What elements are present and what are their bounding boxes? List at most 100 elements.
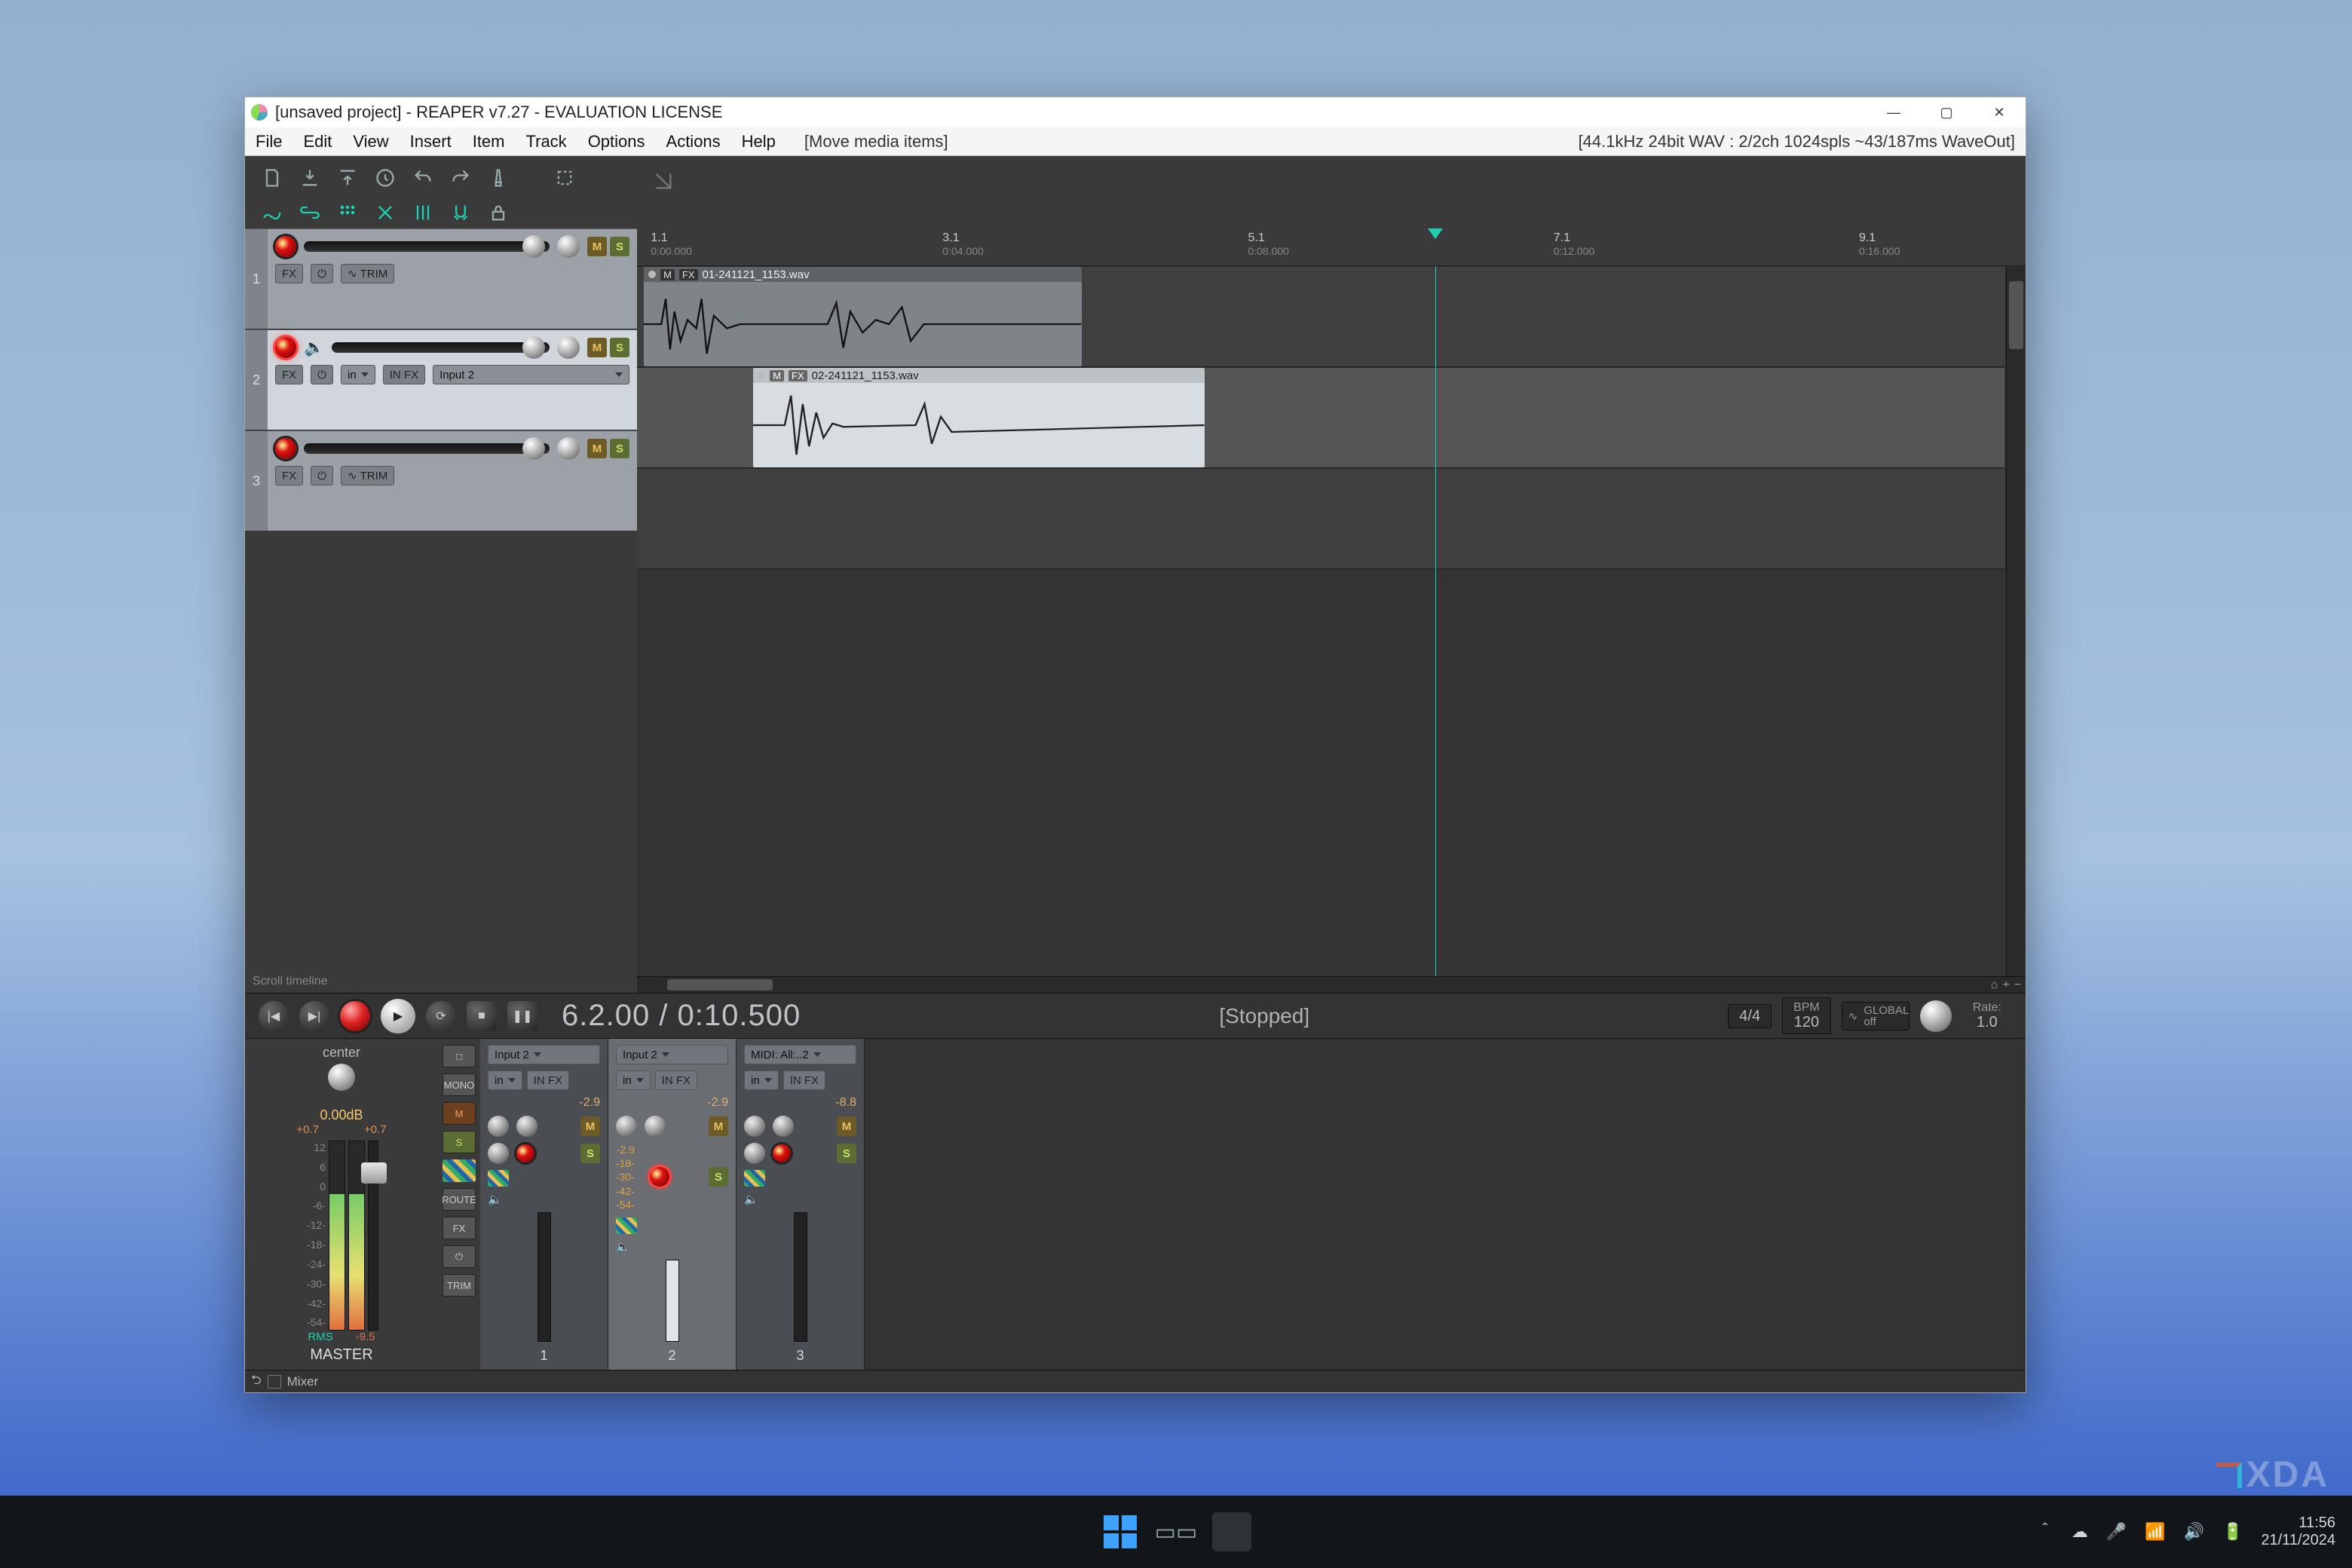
close-button[interactable]: ✕ [1973,97,2026,127]
menu-view[interactable]: View [342,127,399,155]
project-settings-icon[interactable] [370,164,400,192]
pause-button[interactable]: ❚❚ [507,1001,537,1031]
fx-button[interactable]: FX [275,264,303,283]
tray-chevron-icon[interactable]: ＾ [2037,1520,2053,1544]
playrate-display[interactable]: Rate:1.0 [1962,998,2012,1034]
routing-icon[interactable] [370,198,400,227]
dock-toggle-icon[interactable]: ⮌ [251,1370,262,1392]
taskbar-clock[interactable]: 11:56 21/11/2024 [2261,1514,2335,1549]
fx-bypass-button[interactable]: ⏻ [311,264,333,283]
menu-item[interactable]: Item [462,127,516,155]
strip-solo[interactable]: S [837,1144,856,1163]
master-fader[interactable]: 126 0-6- -12--18- -24--30- -42--54- [251,1141,432,1331]
master-env-button[interactable] [443,1159,476,1182]
arrange-lane[interactable]: M FX 01-241121_1153.wav [637,266,2004,367]
fx-button[interactable]: FX [275,365,303,384]
record-arm-button[interactable] [275,438,296,459]
master-fx-bypass-button[interactable]: ⏻ [443,1245,476,1268]
zoom-out-icon[interactable]: − [2014,978,2021,992]
menu-help[interactable]: Help [731,127,786,155]
volume-slider[interactable] [304,443,550,454]
pan-knob[interactable] [557,336,580,359]
marker-add-icon[interactable]: ⌂ [1991,978,1998,992]
master-fader-track[interactable] [368,1141,378,1331]
menu-actions[interactable]: Actions [656,127,731,155]
onedrive-icon[interactable]: ☁ [2072,1522,2088,1542]
titlebar[interactable]: [unsaved project] - REAPER v7.27 - EVALU… [245,97,2026,127]
strip-solo[interactable]: S [580,1144,600,1163]
volume-slider[interactable] [304,241,550,252]
go-to-end-button[interactable]: ▶| [299,1001,329,1031]
strip-mute[interactable]: M [837,1116,856,1136]
fx-bypass-button[interactable]: ⏻ [311,365,333,384]
menu-options[interactable]: Options [577,127,656,155]
record-input-dropdown[interactable]: Input 2 [433,365,629,384]
open-project-icon[interactable] [295,164,325,192]
arrange-lane[interactable] [637,468,2004,569]
strip-input-dropdown[interactable]: MIDI: All:..2 [744,1045,856,1064]
audio-device-status[interactable]: [44.1kHz 24bit WAV : 2/2ch 1024spls ~43/… [1579,132,2026,152]
item-crossfade-icon[interactable] [648,165,679,197]
undo-icon[interactable] [408,164,438,192]
menu-insert[interactable]: Insert [400,127,462,155]
speaker-icon[interactable]: 🔈 [616,1240,630,1254]
tcp-track[interactable]: 2 🔈 M S FX ⏻ in [245,329,637,430]
marquee-icon[interactable] [550,164,580,192]
record-button[interactable] [340,1001,370,1031]
mixer-strip[interactable]: MIDI: All:..2 in IN FX -8.8 M S 🔈 3 [737,1039,865,1370]
arrange-lane[interactable]: M FX 02-241121_1153.wav [637,367,2004,468]
strip-pan-knob[interactable] [488,1116,509,1137]
menu-track[interactable]: Track [516,127,577,155]
strip-infx-button[interactable]: IN FX [527,1070,569,1090]
stop-button[interactable]: ■ [467,1001,497,1031]
strip-width-knob[interactable] [516,1116,537,1137]
master-trim-button[interactable]: TRIM [443,1274,476,1297]
track-number[interactable]: 1 [245,229,268,329]
item-mute-badge[interactable]: M [770,370,784,381]
strip-infx-button[interactable]: IN FX [783,1070,825,1090]
timeline-ruler[interactable]: 1.10:00.000 3.10:04.000 5.10:08.000 7.10… [637,228,2026,266]
speaker-icon[interactable]: 🔈 [744,1193,758,1206]
strip-pan-knob[interactable] [744,1116,765,1137]
edit-cursor-marker-icon[interactable] [1435,228,1443,239]
task-view-button[interactable]: ▭▭ [1156,1512,1196,1551]
snap-icon[interactable] [446,198,476,227]
monitor-icon[interactable]: 🔈 [304,338,324,357]
mute-button[interactable]: M [587,338,607,357]
fx-bypass-button[interactable]: ⏻ [311,466,333,485]
mixer-tab-label[interactable]: Mixer [287,1374,319,1389]
docker-tabs[interactable]: ⮌ Mixer [245,1370,2026,1392]
wifi-icon[interactable]: 📶 [2145,1522,2165,1542]
item-handle-icon[interactable] [648,271,656,278]
microphone-icon[interactable]: 🎤 [2106,1522,2127,1542]
trim-button[interactable]: ∿TRIM [341,466,394,485]
master-fx-button[interactable]: FX [443,1217,476,1239]
solo-button[interactable]: S [610,439,629,458]
fader-cap-icon[interactable] [361,1162,387,1184]
menu-edit[interactable]: Edit [292,127,342,155]
go-to-start-button[interactable]: |◀ [259,1001,289,1031]
tcp-track[interactable]: 3 M S FX ⏻ ∿TRIM [245,430,637,531]
zoom-in-icon[interactable]: + [2002,978,2009,992]
horizontal-scrollbar[interactable]: ⌂ + − [637,976,2026,993]
master-solo-button[interactable]: S [443,1131,476,1153]
record-arm-button[interactable] [275,236,296,257]
item-mute-badge[interactable]: M [660,269,675,280]
track-number[interactable]: 3 [245,431,268,531]
grid-toggle-icon[interactable] [332,198,363,227]
strip-mute[interactable]: M [709,1116,728,1136]
input-fx-button[interactable]: IN FX [383,365,425,384]
item-handle-icon[interactable] [758,372,765,379]
automation-mode-switch[interactable]: ∿ GLOBALoff [1842,1002,1909,1031]
item-fx-badge[interactable]: FX [679,269,698,280]
playrate-knob[interactable] [1920,1000,1952,1032]
minimize-button[interactable]: — [1867,97,1920,127]
redo-icon[interactable] [446,164,476,192]
master-io-button[interactable]: □ [443,1045,476,1067]
master-mute-button[interactable]: M [443,1102,476,1125]
strip-recarm[interactable] [650,1167,669,1187]
metronome-icon[interactable] [483,164,513,192]
bpm-field[interactable]: BPM120 [1782,997,1831,1035]
maximize-button[interactable]: ▢ [1920,97,1973,127]
media-item[interactable]: M FX 02-241121_1153.wav [753,368,1205,467]
